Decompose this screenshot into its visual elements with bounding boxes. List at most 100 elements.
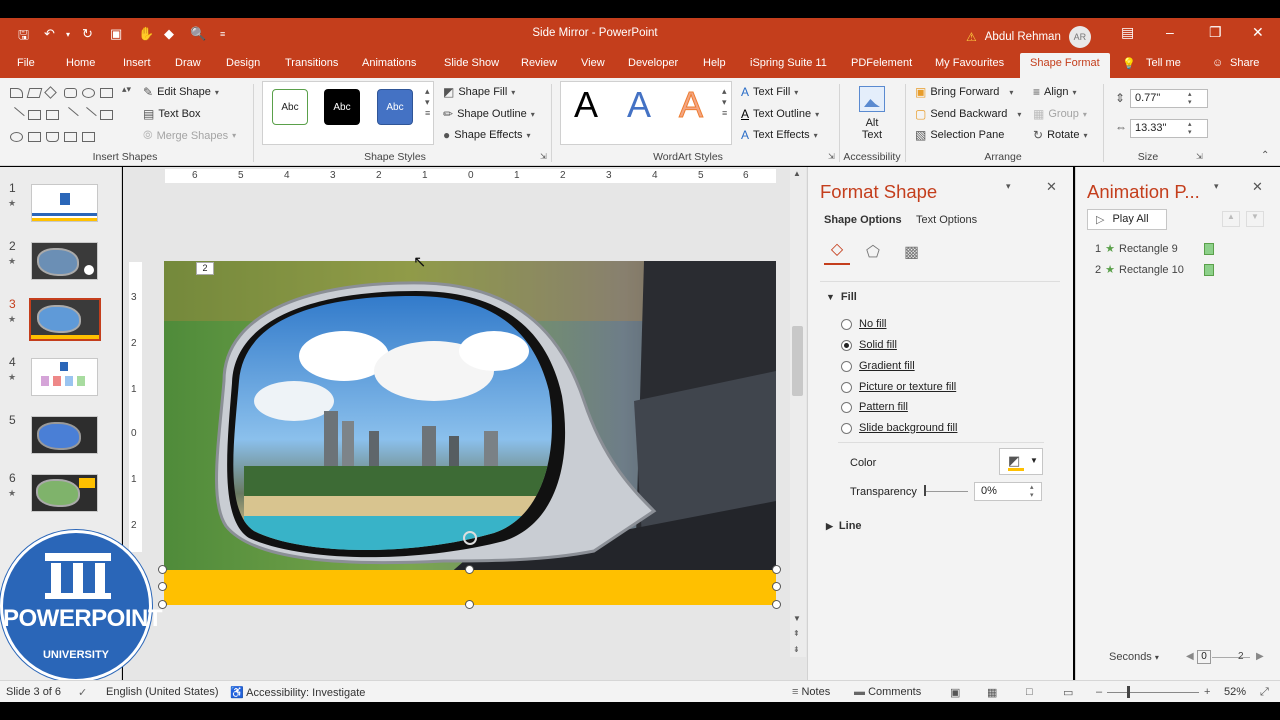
tab-file[interactable]: File [17, 57, 35, 69]
timeline-left-icon[interactable]: ◀ [1186, 651, 1194, 662]
close-pane-icon[interactable]: ✕ [1046, 179, 1057, 195]
dialog-launcher-icon[interactable]: ⇲ [540, 152, 547, 161]
zoom-out-icon[interactable]: – [1096, 686, 1102, 698]
animation-item[interactable]: 1 ★ Rectangle 9 [1095, 242, 1178, 256]
tab-developer[interactable]: Developer [628, 57, 678, 69]
shape-pentagon-icon[interactable] [64, 88, 77, 98]
dialog-launcher-icon[interactable]: ⇲ [828, 152, 835, 161]
animation-item[interactable]: 2 ★ Rectangle 10 [1095, 263, 1184, 277]
tab-draw[interactable]: Draw [175, 57, 201, 69]
zoom-slider[interactable] [1107, 692, 1199, 693]
text-outline-button[interactable]: A Text Outline ▾ [741, 107, 819, 121]
normal-view-icon[interactable]: ▣ [950, 686, 960, 699]
slide-thumb-2[interactable] [31, 242, 98, 280]
tab-animations[interactable]: Animations [362, 57, 416, 69]
fit-to-window-icon[interactable]: ⤢ [1260, 686, 1269, 699]
dialog-launcher-icon[interactable]: ⇲ [1196, 152, 1203, 161]
selection-pane-button[interactable]: ▧ Selection Pane [915, 128, 1004, 142]
spellcheck-icon[interactable]: ✓ [78, 686, 87, 699]
tab-review[interactable]: Review [521, 57, 557, 69]
play-all-button[interactable]: ▷ Play All [1087, 209, 1167, 230]
tab-share[interactable]: Share [1230, 57, 1259, 69]
pane-options-icon[interactable]: ▾ [1214, 181, 1219, 192]
move-up-icon[interactable]: ▲ [1222, 211, 1240, 227]
restore-icon[interactable]: ❐ [1209, 24, 1222, 41]
shape-height-input[interactable]: 0.77" [1130, 89, 1208, 108]
slide-thumb-4[interactable] [31, 358, 98, 396]
radio-slide-background-fill[interactable]: Slide background fill [841, 422, 957, 434]
tab-shape-options[interactable]: Shape Options [824, 214, 902, 226]
shape-circle-icon[interactable] [82, 88, 95, 98]
wordart-orange[interactable]: A [678, 84, 703, 126]
scroll-thumb[interactable] [792, 326, 803, 396]
edit-shape-button[interactable]: ✎ Edit Shape ▾ [143, 85, 219, 99]
tab-design[interactable]: Design [226, 57, 260, 69]
transparency-slider-thumb[interactable] [924, 485, 926, 496]
tab-help[interactable]: Help [703, 57, 726, 69]
resize-handle-l[interactable] [158, 582, 167, 591]
tab-view[interactable]: View [581, 57, 605, 69]
tab-transitions[interactable]: Transitions [285, 57, 338, 69]
notes-button[interactable]: ≡ Notes [792, 686, 830, 698]
radio-no-fill[interactable]: No fill [841, 318, 887, 330]
timeline-right-icon[interactable]: ▶ [1256, 651, 1264, 662]
close-window-icon[interactable]: ✕ [1252, 24, 1264, 41]
tab-slide-show[interactable]: Slide Show [444, 57, 499, 69]
resize-handle-b[interactable] [465, 600, 474, 609]
slide-thumb-1[interactable] [31, 184, 98, 222]
shape-triangle-icon[interactable] [46, 132, 59, 142]
tab-shape-format[interactable]: Shape Format [1020, 53, 1110, 78]
tab-insert[interactable]: Insert [123, 57, 151, 69]
resize-handle-tr[interactable] [772, 565, 781, 574]
shape-connector-icon[interactable] [82, 132, 95, 142]
wordart-black[interactable]: A [574, 84, 598, 126]
shape-width-input[interactable]: 13.33" [1130, 119, 1208, 138]
tab-tell-me[interactable]: Tell me [1146, 57, 1181, 69]
merge-shapes-button[interactable]: ⦾ Merge Shapes ▾ [143, 128, 236, 143]
shape-rectangle-icon[interactable] [28, 110, 41, 120]
shape-rect-icon[interactable] [100, 88, 113, 98]
radio-pattern-fill[interactable]: Pattern fill [841, 401, 908, 413]
tab-home[interactable]: Home [66, 57, 95, 69]
fill-section-header[interactable]: ▼ Fill [826, 291, 857, 303]
collapse-ribbon-icon[interactable]: ⌃ [1261, 150, 1269, 161]
text-box-button[interactable]: ▤ Text Box [143, 107, 201, 121]
fill-line-icon[interactable]: ◇ [824, 239, 850, 265]
tab-ispring[interactable]: iSpring Suite 11 [750, 57, 827, 69]
line-section-header[interactable]: ▶ Line [826, 520, 862, 532]
slide-thumb-5[interactable] [31, 416, 98, 454]
size-properties-icon[interactable]: ▩ [904, 242, 919, 262]
previous-slide-icon[interactable]: ⇞ [793, 629, 800, 638]
wordart-scroll-icon[interactable]: ▴ ▾ ≡ [722, 86, 727, 118]
tab-pdfelement[interactable]: PDFelement [851, 57, 912, 69]
accessibility-status[interactable]: ♿ Accessibility: Investigate [230, 686, 365, 699]
language[interactable]: English (United States) [106, 686, 219, 698]
radio-gradient-fill[interactable]: Gradient fill [841, 360, 915, 372]
rotate-button[interactable]: ↻ Rotate ▾ [1033, 128, 1088, 142]
resize-handle-br[interactable] [772, 600, 781, 609]
shape-outline-button[interactable]: ✏ Shape Outline ▾ [443, 107, 535, 121]
text-fill-button[interactable]: A Text Fill ▾ [741, 85, 798, 99]
scroll-down-icon[interactable]: ▼ [793, 614, 801, 623]
shape-freeform-icon[interactable] [10, 88, 23, 98]
close-pane-icon[interactable]: ✕ [1252, 179, 1263, 195]
styles-scroll-icon[interactable]: ▴ ▾ ≡ [425, 86, 430, 118]
zoom-in-icon[interactable]: + [1204, 686, 1210, 698]
color-picker-button[interactable]: ◩ ▼ [999, 448, 1043, 475]
shape-rect2-icon[interactable] [28, 132, 41, 142]
shape-effects-button[interactable]: ● Shape Effects ▾ [443, 128, 531, 142]
resize-handle-r[interactable] [772, 582, 781, 591]
shape-textbox-icon[interactable] [46, 110, 59, 120]
tab-my-favourites[interactable]: My Favourites [935, 57, 1004, 69]
gallery-scroll-icon[interactable]: ▴▾ [122, 84, 131, 95]
scroll-up-icon[interactable]: ▲ [793, 169, 801, 178]
shape-fill-button[interactable]: ◩ Shape Fill ▾ [443, 85, 515, 99]
style-white-outline[interactable]: Abc [272, 89, 308, 125]
send-backward-button[interactable]: ▢ Send Backward ▾ [915, 107, 1021, 121]
text-effects-button[interactable]: A Text Effects ▾ [741, 128, 818, 142]
user-account[interactable]: ⚠ Abdul Rehman AR [966, 26, 1091, 48]
shape-square-icon[interactable] [100, 110, 113, 120]
slideshow-view-icon[interactable]: ▭ [1063, 686, 1073, 699]
radio-picture-fill[interactable]: Picture or texture fill [841, 381, 956, 393]
style-blue-fill[interactable]: Abc [377, 89, 413, 125]
